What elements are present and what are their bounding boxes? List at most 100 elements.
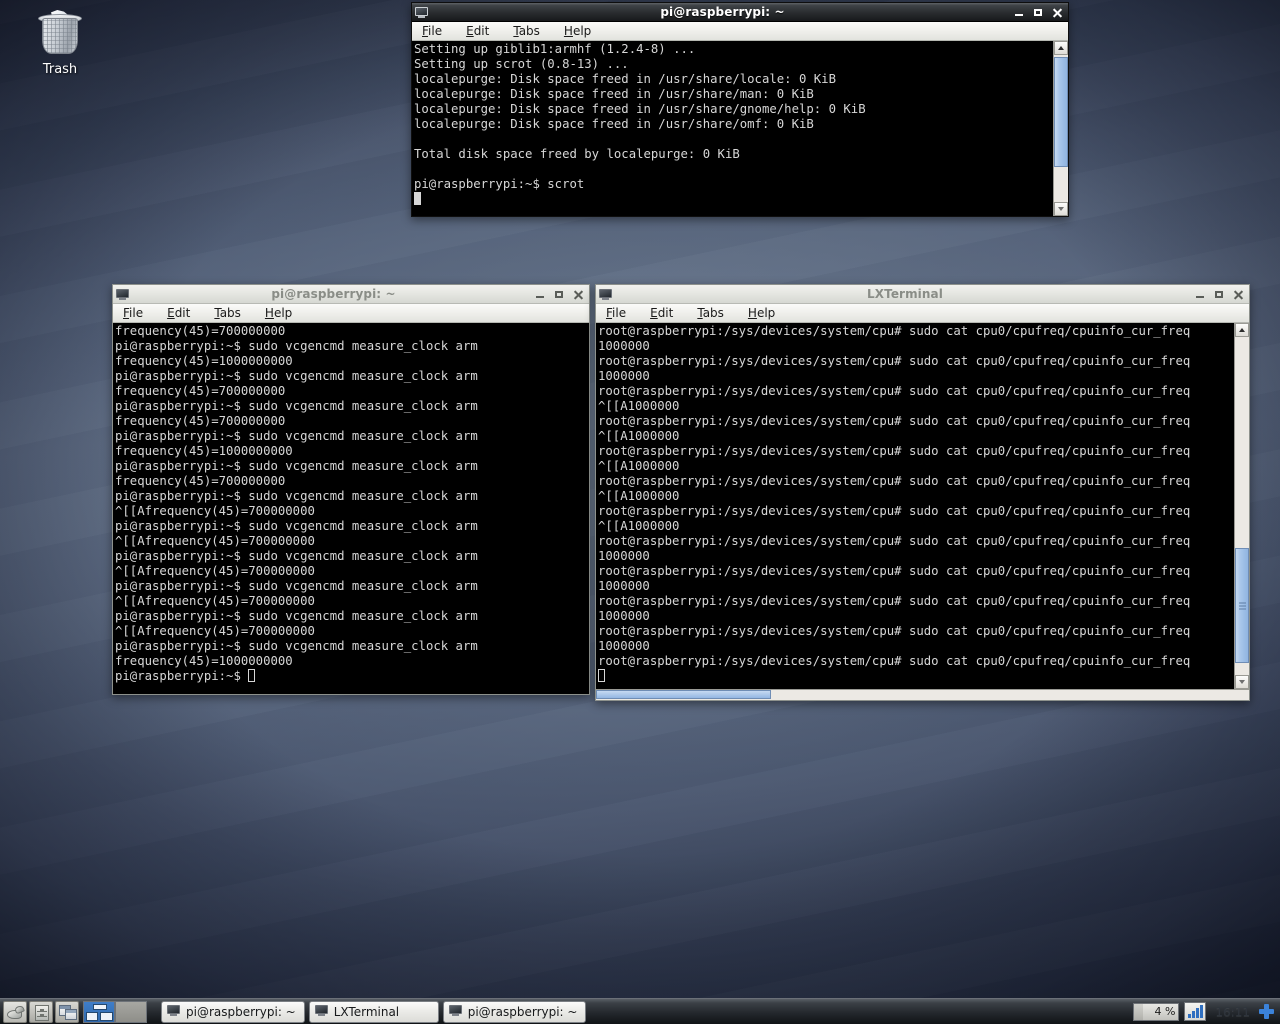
menu-edit[interactable]: Edit bbox=[650, 306, 673, 320]
minimize-button[interactable] bbox=[535, 289, 545, 300]
scrollbar-thumb[interactable] bbox=[1235, 548, 1249, 663]
menu-file-rest: ile bbox=[129, 306, 143, 320]
terminal-line: pi@raspberrypi:~$ sudo vcgencmd measure_… bbox=[115, 459, 589, 474]
plus-icon[interactable] bbox=[1259, 1004, 1274, 1019]
maximize-button[interactable] bbox=[554, 289, 564, 300]
window-menu-icon[interactable] bbox=[115, 288, 130, 301]
menu-file-rest: ile bbox=[612, 306, 626, 320]
terminal-cursor-line bbox=[598, 669, 1234, 684]
scrollbar-thumb[interactable] bbox=[1054, 57, 1068, 167]
scroll-up-button[interactable] bbox=[1235, 323, 1249, 337]
file-cabinet-icon bbox=[35, 1005, 49, 1021]
file-manager-button[interactable] bbox=[29, 1001, 53, 1023]
menu-edit-rest: dit bbox=[474, 24, 490, 38]
task-button-pi-terminal-2[interactable]: pi@raspberrypi: ~ bbox=[443, 1001, 587, 1023]
menu-edit[interactable]: Edit bbox=[466, 24, 489, 38]
clock[interactable]: 16:11 bbox=[1211, 1005, 1254, 1019]
scroll-down-button[interactable] bbox=[1235, 675, 1249, 689]
vertical-scrollbar[interactable] bbox=[1234, 323, 1249, 689]
terminal-line: frequency(45)=1000000000 bbox=[115, 354, 589, 369]
terminal-line: root@raspberrypi:/sys/devices/system/cpu… bbox=[598, 414, 1234, 429]
terminal-line: root@raspberrypi:/sys/devices/system/cpu… bbox=[598, 654, 1234, 669]
task-button-pi-terminal-1[interactable]: pi@raspberrypi: ~ bbox=[161, 1001, 305, 1023]
maximize-button[interactable] bbox=[1214, 289, 1224, 300]
titlebar-top-terminal[interactable]: pi@raspberrypi: ~ bbox=[412, 3, 1068, 22]
terminal-body-left[interactable]: frequency(45)=700000000pi@raspberrypi:~$… bbox=[113, 323, 589, 694]
terminal-line: pi@raspberrypi:~$ sudo vcgencmd measure_… bbox=[115, 339, 589, 354]
window-list-button[interactable] bbox=[55, 1001, 79, 1023]
terminal-line: pi@raspberrypi:~$ sudo vcgencmd measure_… bbox=[115, 609, 589, 624]
menu-file[interactable]: File bbox=[422, 24, 442, 38]
menu-file[interactable]: File bbox=[606, 306, 626, 320]
close-button[interactable] bbox=[573, 289, 583, 300]
task-button-lxterminal[interactable]: LXTerminal bbox=[309, 1001, 439, 1023]
taskbar[interactable]: pi@raspberrypi: ~ LXTerminal pi@raspberr… bbox=[0, 998, 1280, 1024]
menubar-lxterminal[interactable]: File Edit Tabs Help bbox=[596, 304, 1249, 323]
terminal-line: Setting up giblib1:armhf (1.2.4-8) ... bbox=[414, 42, 1053, 57]
terminal-line: root@raspberrypi:/sys/devices/system/cpu… bbox=[598, 534, 1234, 549]
scroll-up-button[interactable] bbox=[1054, 41, 1068, 55]
desktop[interactable]: Trash pi@raspberrypi: ~ File Edit Tabs H… bbox=[0, 0, 1280, 1024]
terminal-line: Total disk space freed by localepurge: 0… bbox=[414, 147, 1053, 162]
menu-tabs[interactable]: Tabs bbox=[513, 24, 540, 38]
menu-edit[interactable]: Edit bbox=[167, 306, 190, 320]
horizontal-scrollbar[interactable] bbox=[596, 689, 1249, 700]
terminal-line: frequency(45)=700000000 bbox=[115, 324, 589, 339]
minimize-button[interactable] bbox=[1014, 7, 1024, 18]
window-lxterminal[interactable]: LXTerminal File Edit Tabs Help root@rasp… bbox=[595, 284, 1250, 701]
terminal-line: localepurge: Disk space freed in /usr/sh… bbox=[414, 87, 1053, 102]
task-button-label: LXTerminal bbox=[334, 1005, 399, 1019]
menu-help[interactable]: Help bbox=[265, 306, 292, 320]
menu-help[interactable]: Help bbox=[564, 24, 591, 38]
scroll-down-button[interactable] bbox=[1054, 202, 1068, 216]
terminal-icon bbox=[448, 1005, 463, 1018]
vertical-scrollbar[interactable] bbox=[1053, 41, 1068, 216]
terminal-output: Setting up giblib1:armhf (1.2.4-8) ...Se… bbox=[412, 41, 1053, 216]
trash-icon bbox=[34, 8, 86, 60]
menu-edit-rest: dit bbox=[658, 306, 674, 320]
menu-tabs[interactable]: Tabs bbox=[214, 306, 241, 320]
terminal-line: pi@raspberrypi:~$ sudo vcgencmd measure_… bbox=[115, 579, 589, 594]
menu-tabs-rest: abs bbox=[519, 24, 540, 38]
workspace-2[interactable] bbox=[115, 1001, 147, 1023]
window-top-terminal[interactable]: pi@raspberrypi: ~ File Edit Tabs Help Se… bbox=[411, 2, 1069, 217]
window-menu-icon[interactable] bbox=[414, 6, 429, 19]
menu-tabs-rest: abs bbox=[703, 306, 724, 320]
maximize-button[interactable] bbox=[1033, 7, 1043, 18]
terminal-body-lxterminal[interactable]: root@raspberrypi:/sys/devices/system/cpu… bbox=[596, 323, 1249, 689]
terminal-prompt: pi@raspberrypi:~$ bbox=[115, 669, 248, 683]
hscrollbar-thumb[interactable] bbox=[596, 690, 771, 699]
menu-help-rest: elp bbox=[573, 24, 591, 38]
task-button-label: pi@raspberrypi: ~ bbox=[186, 1005, 296, 1019]
workspace-pager[interactable] bbox=[83, 1001, 147, 1023]
terminal-line: 1000000 bbox=[598, 549, 1234, 564]
menu-edit-rest: dit bbox=[175, 306, 191, 320]
terminal-line: root@raspberrypi:/sys/devices/system/cpu… bbox=[598, 384, 1234, 399]
window-menu-icon[interactable] bbox=[598, 288, 613, 301]
terminal-line: Setting up scrot (0.8-13) ... bbox=[414, 57, 1053, 72]
close-button[interactable] bbox=[1233, 289, 1243, 300]
terminal-line: root@raspberrypi:/sys/devices/system/cpu… bbox=[598, 564, 1234, 579]
window-left-terminal[interactable]: pi@raspberrypi: ~ File Edit Tabs Help fr… bbox=[112, 284, 590, 695]
menu-help-rest: elp bbox=[757, 306, 775, 320]
close-button[interactable] bbox=[1052, 7, 1062, 18]
menu-file[interactable]: File bbox=[123, 306, 143, 320]
terminal-line: frequency(45)=700000000 bbox=[115, 474, 589, 489]
titlebar-lxterminal[interactable]: LXTerminal bbox=[596, 285, 1249, 304]
terminal-line: localepurge: Disk space freed in /usr/sh… bbox=[414, 117, 1053, 132]
terminal-cursor-line: pi@raspberrypi:~$ bbox=[115, 669, 589, 684]
desktop-icon-trash[interactable]: Trash bbox=[17, 8, 103, 77]
menu-tabs[interactable]: Tabs bbox=[697, 306, 724, 320]
menu-help[interactable]: Help bbox=[748, 306, 775, 320]
terminal-body-top[interactable]: Setting up giblib1:armhf (1.2.4-8) ...Se… bbox=[412, 41, 1068, 216]
terminal-line: root@raspberrypi:/sys/devices/system/cpu… bbox=[598, 624, 1234, 639]
workspace-1[interactable] bbox=[83, 1001, 115, 1023]
menubar-top-terminal[interactable]: File Edit Tabs Help bbox=[412, 22, 1068, 41]
show-desktop-button[interactable] bbox=[3, 1001, 27, 1023]
terminal-line: pi@raspberrypi:~$ sudo vcgencmd measure_… bbox=[115, 369, 589, 384]
titlebar-left-terminal[interactable]: pi@raspberrypi: ~ bbox=[113, 285, 589, 304]
minimize-button[interactable] bbox=[1195, 289, 1205, 300]
menubar-left-terminal[interactable]: File Edit Tabs Help bbox=[113, 304, 589, 323]
battery-indicator[interactable]: 4 % bbox=[1133, 1003, 1179, 1021]
cpu-bars-icon[interactable] bbox=[1184, 1002, 1206, 1021]
